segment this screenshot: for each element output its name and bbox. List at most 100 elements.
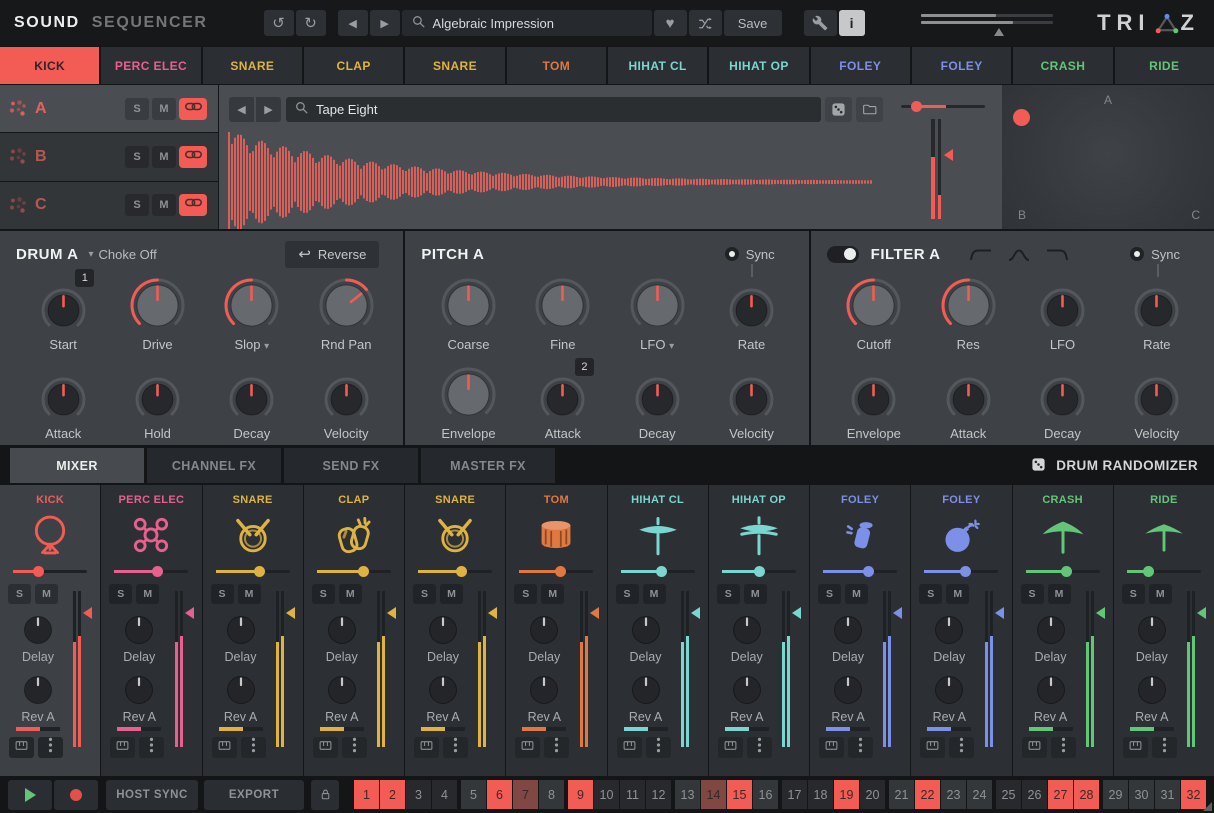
layer-mute-button[interactable]: M [152, 98, 176, 120]
filter-rate-knob[interactable]: Rate [1110, 267, 1204, 356]
channel-reverb-knob[interactable] [1117, 664, 1187, 712]
channel-reverb-knob[interactable] [408, 664, 478, 712]
meter-marker[interactable] [995, 607, 1004, 619]
layer-link-button[interactable] [179, 98, 207, 120]
tab-sequencer[interactable]: SEQUENCER [92, 14, 208, 32]
prev-preset-button[interactable]: ◀ [338, 10, 368, 36]
drum-attack-knob[interactable]: Attack [16, 356, 110, 445]
keyboard-mode-button[interactable] [1022, 737, 1047, 758]
channel-menu-button[interactable] [139, 737, 164, 758]
drum-hold-knob[interactable]: Hold [110, 356, 204, 445]
pattern-cell-8[interactable]: 8 [539, 780, 564, 809]
channel-menu-button[interactable] [747, 737, 772, 758]
pattern-cell-26[interactable]: 26 [1022, 780, 1047, 809]
shuffle-button[interactable] [689, 10, 722, 36]
pattern-cell-2[interactable]: 2 [380, 780, 405, 809]
pattern-cell-6[interactable]: 6 [487, 780, 512, 809]
drum-pad-clap-3[interactable]: CLAP [304, 47, 403, 84]
meter-marker[interactable] [1197, 607, 1206, 619]
channel-reverb-knob[interactable] [611, 664, 681, 712]
layer-link-button[interactable] [179, 146, 207, 168]
meter-marker[interactable] [387, 607, 396, 619]
pattern-cell-3[interactable]: 3 [406, 780, 431, 809]
output-volume-slider[interactable] [921, 10, 1053, 36]
drum-pad-foley-8[interactable]: FOLEY [811, 47, 910, 84]
mixer-channel-snare-5[interactable]: SNARE S M Delay Rev A [405, 485, 505, 776]
channel-volume-slider[interactable] [114, 565, 188, 577]
layer-link-button[interactable] [179, 194, 207, 216]
keyboard-mode-button[interactable] [718, 737, 743, 758]
pitch-decay-knob[interactable]: Decay [610, 356, 704, 445]
pattern-cell-24[interactable]: 24 [967, 780, 992, 809]
send-level-bar[interactable] [219, 727, 263, 731]
pitch-coarse-knob[interactable]: Coarse [421, 267, 515, 356]
pattern-cell-20[interactable]: 20 [860, 780, 885, 809]
play-button[interactable] [8, 780, 52, 810]
layer-solo-button[interactable]: S [125, 194, 149, 216]
filter-lfo-knob[interactable]: LFO [1015, 267, 1109, 356]
channel-volume-slider[interactable] [317, 565, 391, 577]
mixer-channel-perc-elec-2[interactable]: PERC ELEC S M Delay Rev A [101, 485, 201, 776]
filter-enable-toggle[interactable] [827, 246, 859, 263]
channel-solo-button[interactable]: S [413, 584, 436, 604]
mixer-channel-foley-10[interactable]: FOLEY S M Delay Rev A [911, 485, 1011, 776]
layer-mute-button[interactable]: M [152, 194, 176, 216]
settings-wrench-button[interactable] [804, 10, 837, 36]
channel-volume-slider[interactable] [621, 565, 695, 577]
channel-menu-button[interactable] [848, 737, 873, 758]
pattern-cell-22[interactable]: 22 [915, 780, 940, 809]
waveform-display[interactable] [219, 126, 889, 229]
filter-envelope-knob[interactable]: Envelope [827, 356, 921, 445]
layer-volume-meter[interactable] [931, 119, 945, 219]
mixer-channel-ride-12[interactable]: RIDE S M Delay Rev A [1114, 485, 1214, 776]
drum-pad-hihat-op-7[interactable]: HIHAT OP [709, 47, 808, 84]
pattern-cell-1[interactable]: 1 [354, 780, 379, 809]
channel-reverb-knob[interactable] [813, 664, 883, 712]
meter-marker[interactable] [488, 607, 497, 619]
channel-solo-button[interactable]: S [818, 584, 841, 604]
channel-solo-button[interactable]: S [211, 584, 234, 604]
channel-volume-slider[interactable] [1127, 565, 1201, 577]
drum-pad-kick-0[interactable]: KICK [0, 47, 99, 84]
info-button[interactable]: i [839, 10, 865, 36]
mixer-channel-crash-11[interactable]: CRASH S M Delay Rev A [1013, 485, 1113, 776]
filter-decay-knob[interactable]: Decay [1015, 356, 1109, 445]
meter-marker[interactable] [286, 607, 295, 619]
channel-mute-button[interactable]: M [1149, 584, 1172, 604]
xy-pad-handle[interactable] [1013, 109, 1030, 126]
drum-pad-ride-11[interactable]: RIDE [1115, 47, 1214, 84]
channel-reverb-knob[interactable] [509, 664, 579, 712]
channel-mute-button[interactable]: M [541, 584, 564, 604]
channel-menu-button[interactable] [1051, 737, 1076, 758]
filter-velocity-knob[interactable]: Velocity [1110, 356, 1204, 445]
record-button[interactable] [54, 780, 98, 810]
channel-reverb-knob[interactable] [307, 664, 377, 712]
channel-mute-button[interactable]: M [643, 584, 666, 604]
keyboard-mode-button[interactable] [212, 737, 237, 758]
channel-mute-button[interactable]: M [845, 584, 868, 604]
channel-menu-button[interactable] [646, 737, 671, 758]
channel-mute-button[interactable]: M [35, 584, 58, 604]
pattern-cell-19[interactable]: 19 [834, 780, 859, 809]
channel-delay-knob[interactable] [712, 604, 782, 652]
drum-pad-foley-9[interactable]: FOLEY [912, 47, 1011, 84]
channel-solo-button[interactable]: S [1122, 584, 1145, 604]
drum-slop-knob[interactable]: Slop ▾ [205, 267, 299, 356]
pattern-cell-15[interactable]: 15 [727, 780, 752, 809]
drum-pad-crash-10[interactable]: CRASH [1013, 47, 1112, 84]
channel-solo-button[interactable]: S [717, 584, 740, 604]
pitch-fine-knob[interactable]: Fine [516, 267, 610, 356]
random-sample-dice-button[interactable] [825, 97, 852, 122]
channel-delay-knob[interactable] [206, 604, 276, 652]
reverse-button[interactable]: ↩ Reverse [285, 241, 379, 268]
keyboard-mode-button[interactable] [414, 737, 439, 758]
drum-pad-hihat-cl-6[interactable]: HIHAT CL [608, 47, 707, 84]
channel-mute-button[interactable]: M [1048, 584, 1071, 604]
keyboard-mode-button[interactable] [1123, 737, 1148, 758]
pattern-cell-4[interactable]: 4 [432, 780, 457, 809]
keyboard-mode-button[interactable] [819, 737, 844, 758]
send-level-bar[interactable] [1029, 727, 1073, 731]
layer-solo-button[interactable]: S [125, 146, 149, 168]
channel-delay-knob[interactable] [813, 604, 883, 652]
pattern-cell-25[interactable]: 25 [996, 780, 1021, 809]
